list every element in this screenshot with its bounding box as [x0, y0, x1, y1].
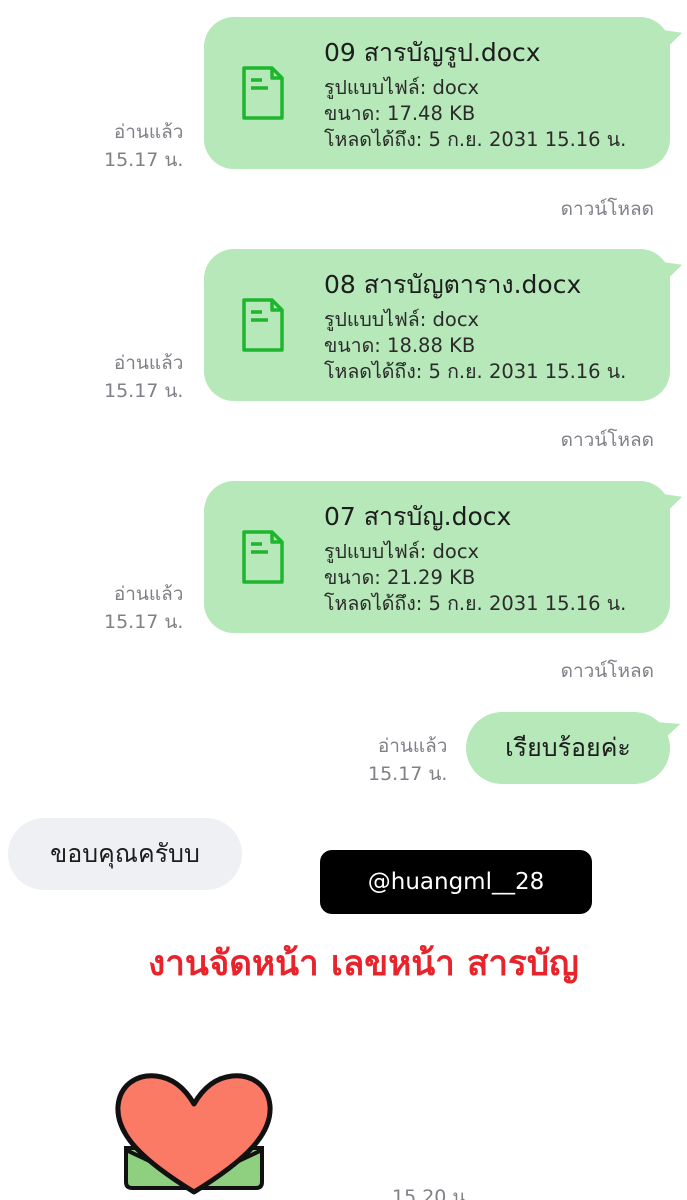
read-status: อ่านแล้ว	[113, 121, 184, 143]
read-status: อ่านแล้ว	[113, 583, 184, 605]
document-icon	[242, 66, 284, 120]
incoming-message-bubble[interactable]: ขอบคุณครับบ	[8, 818, 242, 890]
file-format: รูปแบบไฟล์: docx	[324, 76, 480, 99]
file-size: ขนาด: 17.48 KB	[324, 102, 476, 125]
read-receipt: อ่านแล้ว 15.17 น.	[104, 580, 183, 636]
file-format: รูปแบบไฟล์: docx	[324, 540, 480, 563]
read-status: อ่านแล้ว	[377, 735, 448, 757]
document-icon	[242, 298, 284, 352]
file-expiry: โหลดได้ถึง: 5 ก.ย. 2031 15.16 น.	[324, 360, 627, 383]
read-status: อ่านแล้ว	[113, 352, 184, 374]
read-time: 15.17 น.	[104, 149, 184, 171]
overlay-headline: งานจัดหน้า เลขหน้า สารบัญ	[148, 944, 579, 984]
file-expiry: โหลดได้ถึง: 5 ก.ย. 2031 15.16 น.	[324, 592, 627, 615]
file-message-bubble[interactable]: 09 สารบัญรูป.docx รูปแบบไฟล์: docx ขนาด:…	[204, 17, 670, 169]
file-expiry: โหลดได้ถึง: 5 ก.ย. 2031 15.16 น.	[324, 128, 627, 151]
download-link[interactable]: ดาวน์โหลด	[561, 656, 654, 686]
file-name: 09 สารบัญรูป.docx	[324, 38, 541, 67]
watermark-handle: @huangml__28	[320, 850, 592, 914]
read-time: 15.17 น.	[368, 763, 448, 785]
file-message-bubble[interactable]: 07 สารบัญ.docx รูปแบบไฟล์: docx ขนาด: 21…	[204, 481, 670, 633]
file-name: 08 สารบัญตาราง.docx	[324, 270, 582, 299]
download-link[interactable]: ดาวน์โหลด	[561, 194, 654, 224]
read-time: 15.17 น.	[104, 380, 184, 402]
read-receipt: อ่านแล้ว 15.17 น.	[104, 349, 183, 405]
heart-envelope-sticker-icon[interactable]	[112, 1070, 276, 1200]
outgoing-message-bubble[interactable]: เรียบร้อยค่ะ	[466, 712, 670, 784]
document-icon	[242, 530, 284, 584]
file-size: ขนาด: 21.29 KB	[324, 566, 476, 589]
read-receipt: อ่านแล้ว 15.17 น.	[368, 732, 447, 788]
read-receipt: อ่านแล้ว 15.17 น.	[104, 118, 183, 174]
file-message-bubble[interactable]: 08 สารบัญตาราง.docx รูปแบบไฟล์: docx ขนา…	[204, 249, 670, 401]
chat-screen: อ่านแล้ว 15.17 น. 09 สารบัญรูป.docx รูปแ…	[0, 0, 687, 1200]
file-format: รูปแบบไฟล์: docx	[324, 308, 480, 331]
file-size: ขนาด: 18.88 KB	[324, 334, 476, 357]
sticker-time: 15.20 น.	[392, 1186, 472, 1200]
read-time: 15.17 น.	[104, 611, 184, 633]
file-name: 07 สารบัญ.docx	[324, 502, 512, 531]
download-link[interactable]: ดาวน์โหลด	[561, 425, 654, 455]
